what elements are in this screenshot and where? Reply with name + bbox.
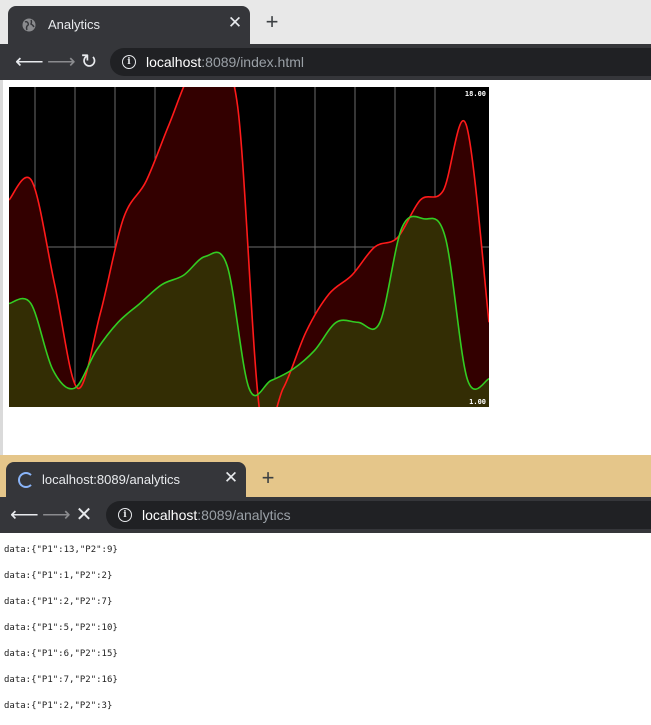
toolbar: ⟵ ⟶ ↻ i localhost:8089/index.html xyxy=(0,44,651,80)
browser-window-log: localhost:8089/analytics ✕ + ⟵ ⟶ ✕ i loc… xyxy=(0,455,651,717)
tab-analytics[interactable]: Analytics ✕ xyxy=(8,6,250,44)
tab-close-icon[interactable]: ✕ xyxy=(226,14,244,32)
loading-spinner-icon xyxy=(18,472,34,488)
chart-svg: 18.00 1.00 xyxy=(9,87,489,407)
tab-title: Analytics xyxy=(48,17,101,32)
tab-analytics-stream[interactable]: localhost:8089/analytics ✕ xyxy=(6,462,246,497)
globe-icon xyxy=(22,18,36,32)
tab-close-icon[interactable]: ✕ xyxy=(222,469,240,487)
tab-title: localhost:8089/analytics xyxy=(42,472,181,487)
event-stream-log: data:{"P1":13,"P2":9} data:{"P1":1,"P2":2… xyxy=(4,543,118,725)
browser-window-analytics: Analytics ✕ + ⟵ ⟶ ↻ i localhost:8089/ind… xyxy=(0,0,651,455)
address-bar[interactable]: i localhost:8089/index.html xyxy=(110,48,651,76)
reload-icon[interactable]: ↻ xyxy=(79,52,99,72)
stop-icon[interactable]: ✕ xyxy=(74,505,94,525)
url-text: localhost:8089/index.html xyxy=(146,54,304,70)
log-line: data:{"P1":5,"P2":10} xyxy=(4,623,118,633)
log-line: data:{"P1":13,"P2":9} xyxy=(4,545,118,555)
y-min-label: 1.00 xyxy=(469,398,486,406)
y-max-label: 18.00 xyxy=(465,90,486,98)
analytics-chart: 18.00 1.00 xyxy=(9,87,489,407)
info-icon[interactable]: i xyxy=(122,55,136,69)
back-icon[interactable]: ⟵ xyxy=(15,52,44,72)
toolbar: ⟵ ⟶ ✕ i localhost:8089/analytics xyxy=(0,497,651,533)
back-icon[interactable]: ⟵ xyxy=(10,505,39,525)
forward-icon[interactable]: ⟶ xyxy=(42,505,71,525)
forward-icon[interactable]: ⟶ xyxy=(47,52,76,72)
log-line: data:{"P1":2,"P2":3} xyxy=(4,701,113,711)
address-bar[interactable]: i localhost:8089/analytics xyxy=(106,501,651,529)
log-line: data:{"P1":2,"P2":7} xyxy=(4,597,113,607)
info-icon[interactable]: i xyxy=(118,508,132,522)
tab-strip: Analytics ✕ + xyxy=(0,0,651,44)
log-line: data:{"P1":6,"P2":15} xyxy=(4,649,118,659)
tab-strip: localhost:8089/analytics ✕ + xyxy=(0,455,651,497)
url-text: localhost:8089/analytics xyxy=(142,507,291,523)
new-tab-icon[interactable]: + xyxy=(258,467,278,489)
log-line: data:{"P1":1,"P2":2} xyxy=(4,571,113,581)
new-tab-icon[interactable]: + xyxy=(262,11,282,33)
log-line: data:{"P1":7,"P2":16} xyxy=(4,675,118,685)
